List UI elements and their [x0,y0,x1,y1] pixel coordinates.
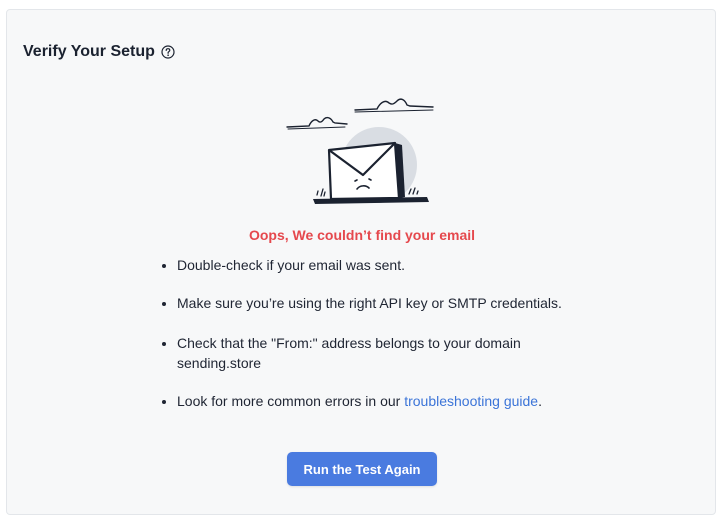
error-message-title: Oops, We couldn’t find your email [248,227,476,243]
list-item: Check that the "From:" address belongs t… [177,333,557,373]
troubleshooting-guide-link[interactable]: troubleshooting guide [404,393,538,409]
tip-text: Look for more common errors in our [177,393,405,409]
page-title: Verify Your Setup [23,43,155,60]
tip-text: Check that the "From:" address belongs t… [177,335,521,371]
list-item: Make sure you’re using the right API key… [177,293,562,313]
sad-envelope-illustration [285,95,435,210]
tip-text: Make sure you’re using the right API key… [177,295,562,311]
card-header: Verify Your Setup [23,43,175,61]
tip-text-suffix: . [538,393,542,409]
verify-setup-card: Verify Your Setup Oops, We couldn’t find… [6,9,716,515]
run-test-again-button[interactable]: Run the Test Again [287,452,437,486]
tip-text: Double-check if your email was sent. [177,257,405,273]
list-item: Look for more common errors in our troub… [177,391,542,411]
list-item: Double-check if your email was sent. [177,255,405,275]
question-circle-icon[interactable] [161,45,175,59]
